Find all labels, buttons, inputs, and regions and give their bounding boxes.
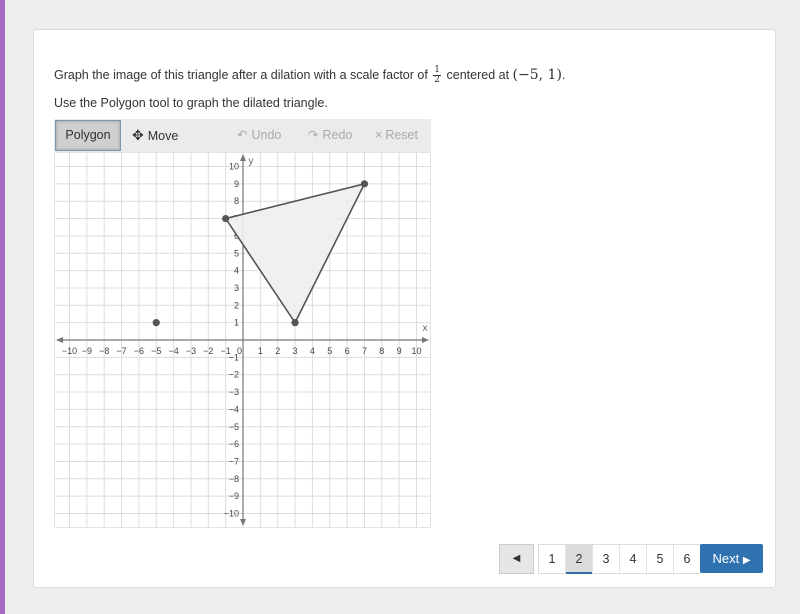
- redo-button[interactable]: ↷ Redo: [308, 119, 352, 152]
- y-tick-label: 10: [229, 162, 239, 172]
- page-2-button[interactable]: 2: [566, 545, 593, 574]
- prompt-text: Graph the image of this triangle after a…: [54, 67, 428, 82]
- left-accent-bar: [0, 0, 5, 614]
- x-tick-label: 2: [275, 346, 280, 356]
- x-tick-label: −6: [134, 346, 144, 356]
- x-tick-label: −9: [82, 346, 92, 356]
- x-tick-label: −8: [99, 346, 109, 356]
- coordinate-plane[interactable]: −10 −9 −8 −7 −6 −5 −4 −3 −2 −1 1 2 3 4 5 6 7 8 9 10−10−9−8−…: [54, 152, 431, 528]
- x-tick-label: 7: [362, 346, 367, 356]
- prompt-period: .: [561, 67, 566, 82]
- y-tick-label: −3: [229, 387, 239, 397]
- caret-right-icon: ▶: [742, 555, 751, 566]
- prompt-text-mid: centered at: [446, 67, 510, 82]
- question-prompt: Graph the image of this triangle after a…: [54, 66, 565, 85]
- y-tick-label: −4: [229, 404, 239, 414]
- y-tick-label: 2: [234, 300, 239, 310]
- x-tick-label: −7: [116, 346, 126, 356]
- y-tick-label: 4: [234, 266, 239, 276]
- x-tick-label: −10: [62, 346, 77, 356]
- y-tick-label: −9: [229, 491, 239, 501]
- x-tick-label: −5: [151, 346, 161, 356]
- y-axis-up-arrow: [240, 154, 246, 161]
- redo-icon: ↷: [308, 128, 319, 142]
- y-tick-label: −7: [229, 456, 239, 466]
- page-6-button[interactable]: 6: [674, 545, 700, 573]
- move-label: Move: [147, 129, 179, 143]
- y-tick-label: 1: [234, 318, 239, 328]
- polygon-label: Polygon: [65, 128, 111, 142]
- origin-label: 0: [237, 346, 242, 356]
- x-tick-label: −4: [168, 346, 178, 356]
- x-tick-label: 9: [397, 346, 402, 356]
- page-3-button[interactable]: 3: [593, 545, 620, 573]
- x-axis-label: x: [423, 323, 428, 334]
- x-tick-label: −2: [203, 346, 213, 356]
- y-tick-label: −5: [229, 422, 239, 432]
- y-tick-label: 8: [234, 196, 239, 206]
- fraction-denominator: 2: [434, 75, 441, 85]
- triangle-vertex[interactable]: [291, 319, 299, 327]
- x-tick-label: 4: [310, 346, 315, 356]
- redo-label: Redo: [322, 128, 353, 142]
- triangle-vertex[interactable]: [360, 180, 369, 188]
- reset-label: Reset: [385, 128, 418, 142]
- undo-icon: ↶: [237, 128, 248, 142]
- x-tick-label: 8: [379, 346, 384, 356]
- next-label: Next: [712, 551, 740, 566]
- reset-button[interactable]: × Reset: [375, 119, 418, 152]
- scale-factor-fraction: 12: [433, 66, 442, 85]
- x-tick-label: 10: [411, 346, 421, 356]
- triangle-vertex[interactable]: [222, 214, 230, 223]
- y-tick-label: −8: [229, 474, 239, 484]
- previous-page-button[interactable]: ◀: [499, 544, 534, 574]
- x-tick-label: 3: [293, 346, 298, 356]
- y-tick-label: −2: [229, 370, 239, 380]
- y-tick-label: 5: [234, 248, 239, 258]
- page-4-button[interactable]: 4: [620, 545, 647, 573]
- page-5-button[interactable]: 5: [647, 545, 674, 573]
- page-number-list: 123456: [538, 544, 701, 574]
- reset-icon: ×: [375, 128, 383, 142]
- x-tick-label: 1: [258, 346, 263, 356]
- x-axis-left-arrow: [56, 337, 63, 343]
- dilation-center-point: [152, 319, 160, 327]
- y-tick-label: −10: [224, 509, 239, 519]
- y-tick-label: 3: [234, 283, 239, 293]
- caret-left-icon: ◀: [512, 553, 521, 564]
- polygon-tool-button[interactable]: Polygon: [55, 120, 121, 151]
- dilation-center: (−5, 1): [512, 66, 562, 83]
- y-tick-label: −6: [229, 439, 239, 449]
- instruction-text: Use the Polygon tool to graph the dilate…: [54, 96, 328, 110]
- x-tick-label: 5: [327, 346, 332, 356]
- x-tick-label: −3: [186, 346, 196, 356]
- graph-toolbar: Polygon ✥ Move ↶ Undo ↷ Redo × Reset: [54, 119, 431, 152]
- move-tool-button[interactable]: ✥ Move: [132, 119, 178, 152]
- y-tick-label: 9: [234, 179, 239, 189]
- undo-label: Undo: [251, 128, 282, 142]
- page-1-button[interactable]: 1: [539, 545, 566, 573]
- undo-button[interactable]: ↶ Undo: [237, 119, 281, 152]
- next-button[interactable]: Next ▶: [700, 544, 763, 573]
- x-tick-label: 6: [345, 346, 350, 356]
- move-icon: ✥: [132, 127, 144, 143]
- x-axis-right-arrow: [422, 337, 429, 343]
- y-axis-label: y: [249, 156, 254, 167]
- y-axis-down-arrow: [240, 519, 246, 526]
